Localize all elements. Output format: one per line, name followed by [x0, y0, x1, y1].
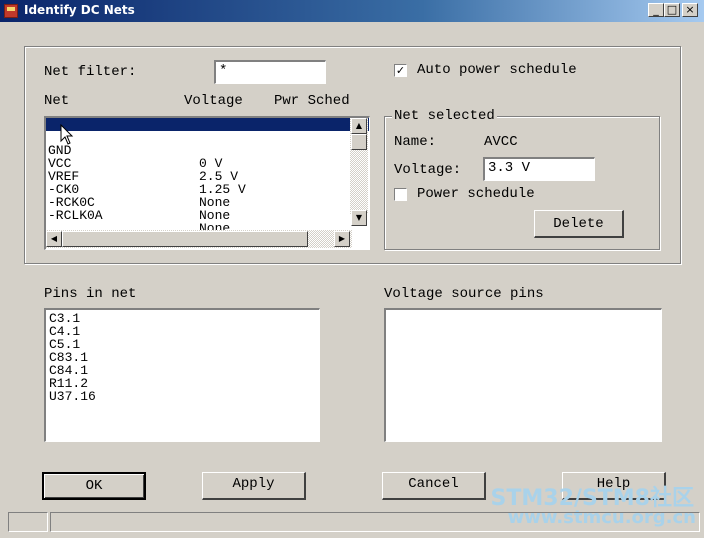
list-item[interactable]: C3.1 — [46, 312, 319, 325]
list-item[interactable]: U37.16 — [46, 390, 319, 403]
list-item[interactable]: VREF 1.25 V — [46, 157, 369, 196]
list-item[interactable]: VCC 2.5 V — [46, 144, 369, 183]
voltage-source-pins-label: Voltage source pins — [384, 286, 544, 302]
column-header-net: Net — [44, 93, 70, 109]
apply-button[interactable]: Apply — [202, 472, 306, 500]
net-filter-label: Net filter: — [44, 64, 137, 80]
net-name: -RCLK0A — [48, 208, 103, 223]
list-item[interactable]: C4.1 — [46, 325, 319, 338]
cancel-button[interactable]: Cancel — [382, 472, 486, 500]
minimize-button[interactable]: _ — [648, 3, 664, 17]
auto-power-schedule-checkbox[interactable]: ✓ — [394, 64, 407, 77]
voltage-label: Voltage: — [394, 162, 462, 178]
voltage-input[interactable]: 3.3 V — [483, 157, 595, 181]
window-title: Identify DC Nets — [24, 3, 135, 17]
vertical-scroll-thumb[interactable] — [351, 134, 367, 150]
mouse-cursor-icon — [60, 124, 74, 145]
voltage-source-pins-listbox[interactable] — [384, 308, 662, 442]
power-schedule-label[interactable]: Power schedule — [417, 186, 535, 202]
name-label: Name: — [394, 134, 437, 150]
net-selected-legend: Net selected — [392, 108, 497, 124]
column-header-voltage: Voltage — [184, 93, 243, 109]
scroll-up-icon[interactable]: ▲ — [351, 118, 367, 134]
auto-power-schedule-label[interactable]: Auto power schedule — [417, 62, 577, 78]
list-item[interactable]: -CK0 None — [46, 170, 369, 209]
list-item[interactable]: AVCC 3.3 V — [46, 118, 369, 157]
close-button[interactable]: × — [682, 3, 698, 17]
name-value: AVCC — [484, 134, 518, 150]
app-icon[interactable] — [4, 4, 18, 18]
net-filter-input[interactable]: * — [214, 60, 326, 84]
scroll-right-icon[interactable]: ▶ — [334, 231, 350, 247]
column-header-pwr-sched: Pwr Sched — [274, 93, 350, 109]
list-item[interactable]: -RCLK0A None — [46, 196, 369, 235]
scroll-down-icon[interactable]: ▼ — [351, 210, 367, 226]
pins-in-net-label: Pins in net — [44, 286, 137, 302]
status-bar-pane-2 — [50, 512, 700, 532]
status-bar-pane-1 — [8, 512, 48, 532]
maximize-button[interactable]: □ — [664, 3, 680, 17]
pins-in-net-listbox[interactable]: C3.1 C4.1 C5.1 C83.1 C84.1 R11.2 U37.16 — [44, 308, 320, 442]
list-item[interactable]: -RCK0C None — [46, 183, 369, 222]
title-bar[interactable]: Identify DC Nets _ □ × — [0, 0, 704, 22]
scroll-left-icon[interactable]: ◀ — [46, 231, 62, 247]
ok-button[interactable]: OK — [42, 472, 146, 500]
delete-button[interactable]: Delete — [534, 210, 624, 238]
horizontal-scroll-thumb[interactable] — [62, 231, 308, 247]
list-item[interactable]: GND 0 V — [46, 131, 369, 170]
power-schedule-checkbox[interactable] — [394, 188, 407, 201]
